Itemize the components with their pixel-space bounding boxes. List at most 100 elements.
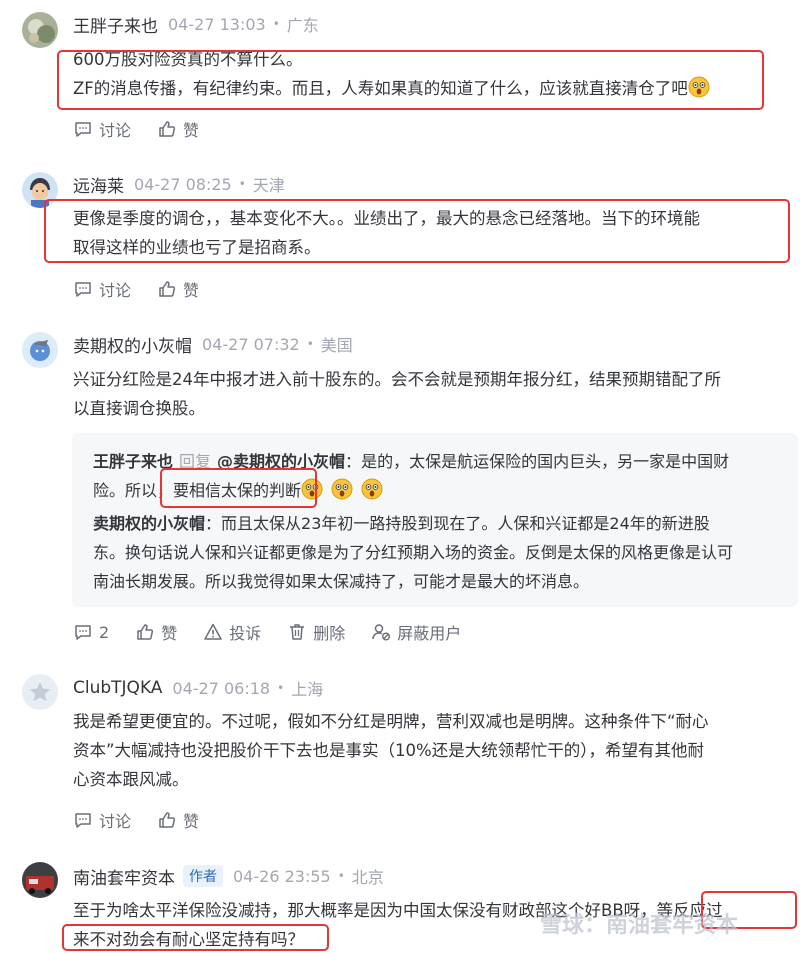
reply-line: 是的，太保是航运保险的国内巨头，另一家是中国财 xyxy=(361,452,730,471)
discuss-label: 讨论 xyxy=(99,281,132,300)
comment-line: 资本”大幅减持也没把股价干下去也是事实（10%还是大统领帮忙干的），希望有其他耐 xyxy=(73,741,704,760)
comment-header: 远海莱 04-27 08:25 • 天津 xyxy=(73,172,285,197)
reply-colon: ： xyxy=(205,514,222,533)
block-user-icon xyxy=(372,624,391,641)
thumbs-up-icon xyxy=(137,624,154,640)
location: 天津 xyxy=(252,176,285,195)
shocked-emoji-icon xyxy=(301,478,323,509)
separator-dot: • xyxy=(337,869,345,883)
reply-line: 南油长期发展。所以我觉得如果太保减持了，可能才是最大的坏消息。 xyxy=(93,572,590,591)
comment-line: 兴证分红险是24年中报才进入前十股东的。会不会就是预期年报分红，结果预期错配了所 xyxy=(73,370,721,389)
comment-header: ClubTJQKA 04-27 06:18 • 上海 xyxy=(73,676,323,700)
thumbs-up-icon xyxy=(159,812,176,828)
reply-thread: 王胖子来也 回复 @卖期权的小灰帽：是的，太保是航运保险的国内巨头，另一家是中国财 … xyxy=(72,433,798,607)
comment-text: 我是希望更便宜的。不过呢，假如不分红是明牌，营利双减也是明牌。这种条件下“耐心 … xyxy=(73,707,793,794)
timestamp: 04-27 06:18 xyxy=(172,678,271,698)
reply-word: 回复 xyxy=(179,452,212,471)
like-button[interactable]: 赞 xyxy=(157,117,199,141)
avatar[interactable] xyxy=(22,12,58,48)
delete-button[interactable]: 删除 xyxy=(287,620,345,644)
like-button[interactable]: 赞 xyxy=(157,277,199,301)
thumbs-up-icon xyxy=(159,281,176,297)
username[interactable]: 南油套牢资本 xyxy=(73,864,175,889)
reply-username[interactable]: 王胖子来也 xyxy=(93,452,173,471)
separator-dot: • xyxy=(306,337,314,351)
comment-header: 卖期权的小灰帽 04-27 07:32 • 美国 xyxy=(73,332,353,357)
discuss-button[interactable]: 讨论 xyxy=(73,808,131,832)
thumbs-up-icon xyxy=(159,121,176,137)
reply-line: 而且太保从23年初一路持股到现在了。人保和兴证都是24年的新进股 xyxy=(221,514,710,533)
reply-colon: ： xyxy=(345,452,362,471)
separator-dot: • xyxy=(272,17,280,31)
author-badge: 作者 xyxy=(183,865,223,887)
discuss-button[interactable]: 讨论 xyxy=(73,117,131,141)
timestamp: 04-26 23:55 xyxy=(233,866,331,886)
comment-line: 取得这样的业绩也亏了是招商系。 xyxy=(73,238,321,257)
warning-icon xyxy=(204,623,222,640)
reply-highlight-text: 要相信太保的判断 xyxy=(173,481,302,500)
like-button[interactable]: 赞 xyxy=(135,620,177,644)
comment-line: ZF的消息传播，有纪律约束。而且，人寿如果真的知道了什么，应该就直接清仓了吧 xyxy=(73,79,688,98)
comment-actions: 讨论 赞 xyxy=(73,277,225,301)
reply-line: 东。换句话说人保和兴证都更像是为了分红预期入场的资金。反倒是太保的风格更像是认可 xyxy=(93,543,734,562)
comment-text: 更像是季度的调仓，，基本变化不大。。业绩出了，最大的悬念已经落地。当下的环境能 … xyxy=(73,204,793,262)
discuss-label: 讨论 xyxy=(99,121,132,140)
like-label: 赞 xyxy=(183,281,200,300)
timestamp: 04-27 13:03 xyxy=(168,14,266,34)
location: 美国 xyxy=(320,336,353,355)
reply-username[interactable]: 卖期权的小灰帽 xyxy=(93,514,205,533)
username[interactable]: 卖期权的小灰帽 xyxy=(73,332,192,357)
report-label: 投诉 xyxy=(229,624,262,643)
reply-line: 险。所以， xyxy=(93,481,174,500)
trash-icon xyxy=(290,624,305,640)
comment-line: 心资本跟风减。 xyxy=(73,770,189,789)
shocked-emoji-icon xyxy=(361,478,383,509)
shocked-emoji-icon xyxy=(331,478,353,509)
block-user-button[interactable]: 屏蔽用户 xyxy=(371,620,461,644)
comment-line: 更像是季度的调仓，，基本变化不大。。业绩出了，最大的悬念已经落地。当下的环境能 xyxy=(73,209,700,228)
comment-header: 王胖子来也 04-27 13:03 • 广东 xyxy=(73,12,319,37)
timestamp: 04-27 08:25 xyxy=(134,174,232,194)
comment-actions: 讨论 赞 xyxy=(73,808,225,832)
discuss-button[interactable]: 2 xyxy=(73,622,109,642)
comment-actions: 讨论 赞 xyxy=(73,117,225,141)
comment-actions: 2 赞 投诉 删除 屏蔽用户 xyxy=(73,620,487,644)
comment-line: 以直接调仓换股。 xyxy=(73,399,205,418)
comment-icon xyxy=(75,813,91,828)
reply-followup: 卖期权的小灰帽：而且太保从23年初一路持股到现在了。人保和兴证都是24年的新进股… xyxy=(93,509,783,596)
comment-line: 我是希望更便宜的。不过呢，假如不分红是明牌，营利双减也是明牌。这种条件下“耐心 xyxy=(73,712,709,731)
report-button[interactable]: 投诉 xyxy=(203,620,261,644)
avatar[interactable] xyxy=(22,172,58,208)
location: 广东 xyxy=(286,16,319,35)
discuss-count: 2 xyxy=(99,622,110,642)
discuss-button[interactable]: 讨论 xyxy=(73,277,131,301)
location: 上海 xyxy=(291,680,324,699)
like-label: 赞 xyxy=(161,624,178,643)
location: 北京 xyxy=(351,868,384,887)
comment-icon xyxy=(75,282,91,297)
timestamp: 04-27 07:32 xyxy=(202,334,300,354)
comment-header: 南油套牢资本 作者 04-26 23:55 • 北京 xyxy=(73,864,384,889)
username[interactable]: ClubTJQKA xyxy=(73,678,162,698)
reply-target[interactable]: @卖期权的小灰帽 xyxy=(217,452,345,471)
comment-icon xyxy=(75,122,91,137)
comment-text: 兴证分红险是24年中报才进入前十股东的。会不会就是预期年报分红，结果预期错配了所… xyxy=(73,365,793,423)
delete-label: 删除 xyxy=(313,624,346,643)
like-label: 赞 xyxy=(183,121,200,140)
comment-line: 来不对劲会有耐心坚定持有吗？ xyxy=(73,930,304,949)
avatar[interactable] xyxy=(22,674,58,710)
block-user-label: 屏蔽用户 xyxy=(397,624,462,643)
comment-icon xyxy=(75,625,91,640)
like-label: 赞 xyxy=(183,812,200,831)
username[interactable]: 远海莱 xyxy=(73,172,124,197)
like-button[interactable]: 赞 xyxy=(157,808,199,832)
comment-text: 600万股对险资真的不算什么。 ZF的消息传播，有纪律约束。而且，人寿如果真的知… xyxy=(73,45,793,107)
reply: 王胖子来也 回复 @卖期权的小灰帽：是的，太保是航运保险的国内巨头，另一家是中国财 … xyxy=(93,447,783,509)
avatar[interactable] xyxy=(22,332,58,368)
watermark: 雪球：南油套牢资本 xyxy=(540,913,739,938)
username[interactable]: 王胖子来也 xyxy=(73,12,158,37)
discuss-label: 讨论 xyxy=(99,812,132,831)
comment-line: 600万股对险资真的不算什么。 xyxy=(73,50,303,69)
avatar[interactable] xyxy=(22,862,58,898)
shocked-emoji-icon xyxy=(688,76,710,107)
